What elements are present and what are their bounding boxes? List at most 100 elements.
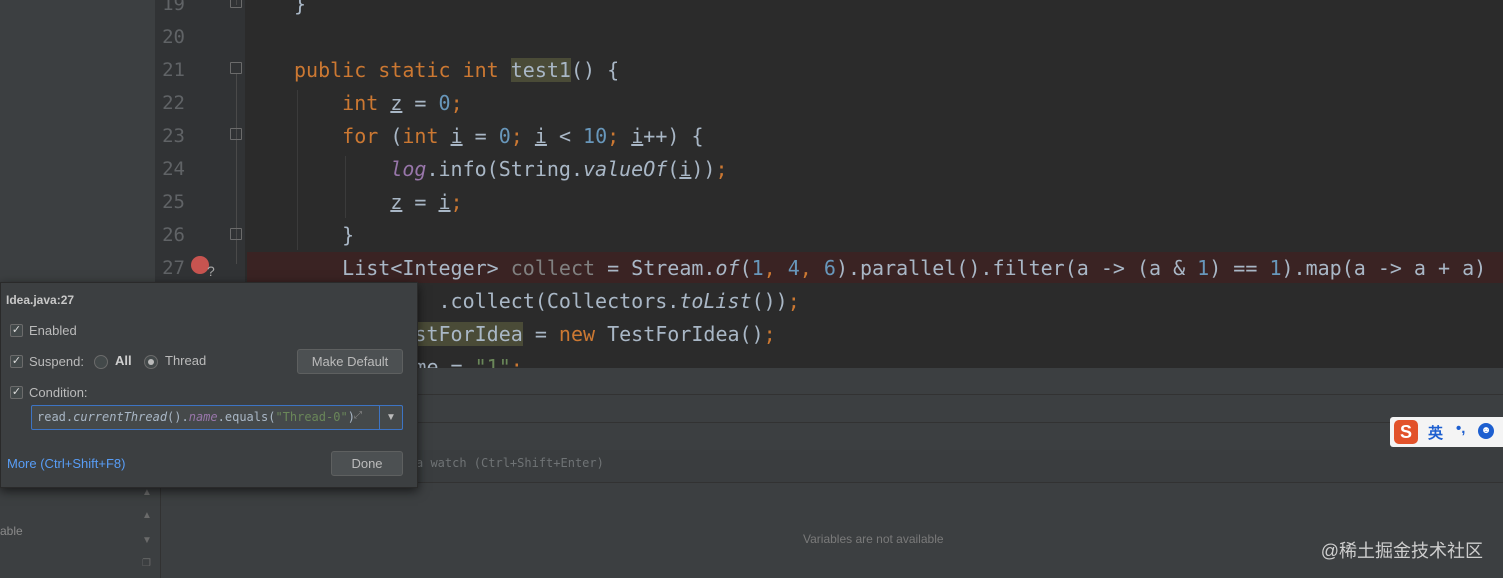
- code-token: ) ==: [1209, 256, 1270, 280]
- code-token: collect: [510, 256, 596, 280]
- code-token: =: [402, 91, 439, 115]
- code-token: ;: [787, 289, 800, 313]
- code-token: currentThread: [73, 410, 168, 424]
- suspend-checkbox[interactable]: ✓: [10, 355, 23, 368]
- code-token: "1": [474, 355, 511, 368]
- code-line: int z = 0;: [294, 87, 463, 120]
- suspend-label[interactable]: Suspend:: [29, 354, 84, 369]
- line-number: 23: [162, 125, 185, 147]
- code-token: ,: [799, 256, 824, 280]
- code-token: = Stream.: [595, 256, 716, 280]
- code-token: new: [558, 322, 608, 346]
- condition-history-dropdown[interactable]: ▼: [379, 405, 403, 430]
- code-token: }: [294, 0, 307, 16]
- code-token: ).map(a -> a + a): [1281, 256, 1487, 280]
- code-token: 0: [438, 91, 451, 115]
- suspend-thread-label[interactable]: Thread: [165, 353, 206, 368]
- code-token: i: [631, 124, 644, 148]
- code-token: <: [546, 124, 584, 148]
- code-token: valueOf: [583, 157, 668, 181]
- suspend-all-radio[interactable]: [94, 355, 108, 369]
- code-token: ++) {: [643, 124, 704, 148]
- popup-title: Idea.java:27: [6, 293, 75, 307]
- done-button[interactable]: Done: [331, 451, 403, 476]
- ime-toolbar[interactable]: S 英 •, ☻: [1390, 417, 1503, 447]
- code-token: =: [462, 124, 499, 148]
- code-token: z: [390, 91, 403, 115]
- code-token: .equals(: [217, 410, 276, 424]
- code-line: List<Integer> collect = Stream.of(1, 4, …: [294, 252, 1486, 285]
- expand-icon[interactable]: ⤢: [354, 410, 362, 421]
- code-token: 1: [1269, 256, 1282, 280]
- line-number: 26: [162, 224, 185, 246]
- watermark: @稀土掘金技术社区: [1320, 541, 1483, 561]
- enabled-checkbox[interactable]: ✓: [10, 324, 23, 337]
- variables-message: Variables are not available: [803, 532, 944, 546]
- code-token: ;: [450, 190, 463, 214]
- code-token: ()): [751, 289, 788, 313]
- code-token: i: [534, 124, 547, 148]
- code-token: public static int: [294, 58, 511, 82]
- left-panel-text: able: [0, 524, 23, 538]
- code-token: ;: [510, 355, 523, 368]
- ime-language-toggle[interactable]: 英: [1428, 422, 1443, 443]
- line-number: 22: [162, 92, 185, 114]
- suspend-thread-radio[interactable]: [144, 355, 158, 369]
- condition-input[interactable]: read.currentThread().name.equals("Thread…: [31, 405, 380, 430]
- code-token: ;: [607, 124, 632, 148]
- code-token: (: [739, 256, 752, 280]
- code-token: ;: [510, 124, 535, 148]
- line-number: 27: [162, 257, 185, 279]
- code-token: i: [438, 190, 451, 214]
- code-token: =: [402, 190, 439, 214]
- condition-checkbox[interactable]: ✓: [10, 386, 23, 399]
- code-token: TestForIdea(): [607, 322, 764, 346]
- code-token: ,: [763, 256, 788, 280]
- copy-icon[interactable]: ❐: [142, 558, 151, 569]
- line-number: 25: [162, 191, 185, 213]
- ime-punctuation-toggle[interactable]: •,: [1456, 420, 1465, 437]
- code-token: 1: [751, 256, 764, 280]
- fold-marker-icon[interactable]: [230, 0, 242, 8]
- more-link[interactable]: More (Ctrl+Shift+F8): [7, 456, 125, 471]
- code-token: ;: [450, 91, 463, 115]
- code-line: }: [294, 0, 306, 21]
- scroll-up-icon[interactable]: ▲: [142, 487, 152, 498]
- watch-hint: a watch (Ctrl+Shift+Enter): [416, 456, 604, 470]
- code-token: toList: [679, 289, 752, 313]
- code-token: List<Integer>: [294, 256, 511, 280]
- line-number: 21: [162, 59, 185, 81]
- condition-label[interactable]: Condition:: [29, 385, 88, 400]
- code-line: }: [294, 219, 354, 252]
- fold-marker-icon[interactable]: [230, 62, 242, 74]
- code-token: .info(String.: [426, 157, 583, 181]
- suspend-all-label[interactable]: All: [115, 353, 132, 368]
- code-token: read.: [37, 410, 74, 424]
- fold-marker-icon[interactable]: [230, 128, 242, 140]
- code-token: 6: [823, 256, 836, 280]
- move-down-icon[interactable]: ▼: [142, 535, 152, 546]
- code-token: () {: [570, 58, 620, 82]
- move-up-icon[interactable]: ▲: [142, 510, 152, 521]
- line-number: 20: [162, 26, 185, 48]
- code-line: z = i;: [294, 186, 463, 219]
- code-token: }: [294, 223, 355, 247]
- code-token: ;: [715, 157, 728, 181]
- code-token: ().: [167, 410, 189, 424]
- code-token: )): [691, 157, 716, 181]
- code-token: (: [667, 157, 680, 181]
- code-token: "Thread-0": [275, 410, 348, 424]
- code-line: public static int test1() {: [294, 54, 619, 87]
- make-default-button[interactable]: Make Default: [297, 349, 403, 374]
- code-token: 10: [583, 124, 608, 148]
- line-number: 19: [162, 0, 185, 15]
- code-line: for (int i = 0; i < 10; i++) {: [294, 120, 704, 153]
- ime-emoji-icon[interactable]: ☻: [1478, 423, 1494, 439]
- enabled-label[interactable]: Enabled: [29, 323, 77, 338]
- fold-marker-icon[interactable]: [230, 228, 242, 240]
- code-token: ;: [763, 322, 776, 346]
